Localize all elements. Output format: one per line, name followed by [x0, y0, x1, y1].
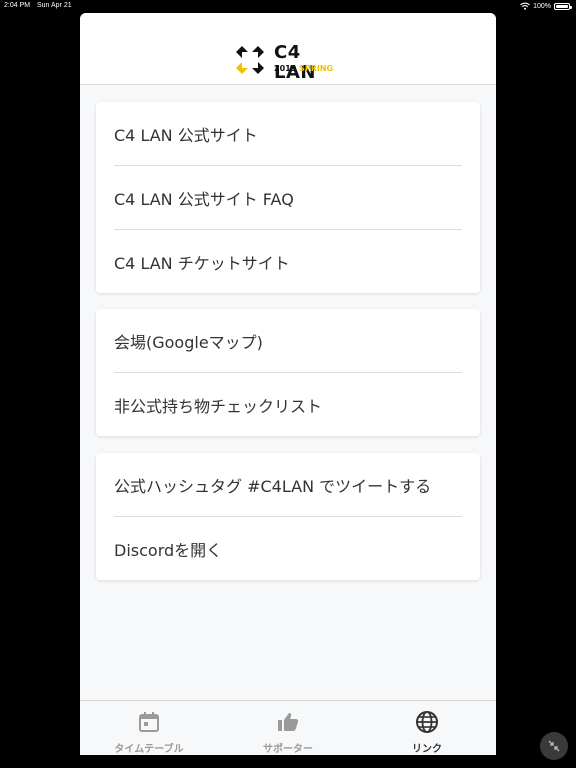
app-window: C4 LAN 2019 SPRING C4 LAN 公式サイト C4 LAN 公… — [80, 13, 496, 755]
status-date: Sun Apr 21 — [37, 2, 72, 9]
links-card-venue: 会場(Googleマップ) 非公式持ち物チェックリスト — [96, 309, 480, 436]
battery-icon — [554, 2, 572, 10]
thumbs-up-icon — [278, 713, 299, 731]
c4lan-logo: C4 LAN 2019 SPRING — [234, 43, 344, 83]
status-bar: 2:04 PM Sun Apr 21 100% — [0, 0, 576, 12]
globe-icon — [416, 711, 438, 733]
calendar-icon — [139, 712, 159, 732]
status-time: 2:04 PM — [4, 2, 31, 9]
links-card-official: C4 LAN 公式サイト C4 LAN 公式サイト FAQ C4 LAN チケッ… — [96, 102, 480, 293]
logo-mark-icon — [236, 46, 264, 74]
link-official-site[interactable]: C4 LAN 公式サイト — [114, 102, 462, 166]
logo-year: 2019 — [274, 64, 297, 73]
link-official-faq[interactable]: C4 LAN 公式サイト FAQ — [114, 166, 462, 230]
link-ticket-site[interactable]: C4 LAN チケットサイト — [114, 230, 462, 293]
wifi-icon — [520, 2, 531, 10]
tab-timetable[interactable]: タイムテーブル — [80, 701, 218, 755]
logo-subtitle: 2019 SPRING — [274, 64, 333, 74]
link-discord[interactable]: Discordを開く — [114, 517, 462, 580]
app-header: C4 LAN 2019 SPRING — [80, 13, 496, 85]
tab-links-label: リンク — [412, 744, 442, 755]
tab-timetable-label: タイムテーブル — [114, 744, 184, 755]
tab-supporters[interactable]: サポーター — [219, 701, 357, 755]
logo-title: C4 LAN — [274, 42, 316, 83]
battery-percent: 100% — [533, 2, 551, 10]
links-card-social: 公式ハッシュタグ #C4LAN でツイートする Discordを開く — [96, 453, 480, 580]
link-tweet-hashtag[interactable]: 公式ハッシュタグ #C4LAN でツイートする — [114, 453, 462, 517]
collapse-arrows-icon — [548, 740, 560, 752]
status-right: 100% — [520, 2, 572, 10]
link-venue-map[interactable]: 会場(Googleマップ) — [114, 309, 462, 373]
tab-bar: タイムテーブル サポーター リンク — [80, 700, 496, 755]
collapse-button[interactable] — [540, 732, 568, 760]
tab-links[interactable]: リンク — [358, 701, 496, 755]
tab-supporters-label: サポーター — [263, 744, 313, 755]
logo-season: SPRING — [299, 64, 334, 73]
link-checklist[interactable]: 非公式持ち物チェックリスト — [114, 373, 462, 436]
